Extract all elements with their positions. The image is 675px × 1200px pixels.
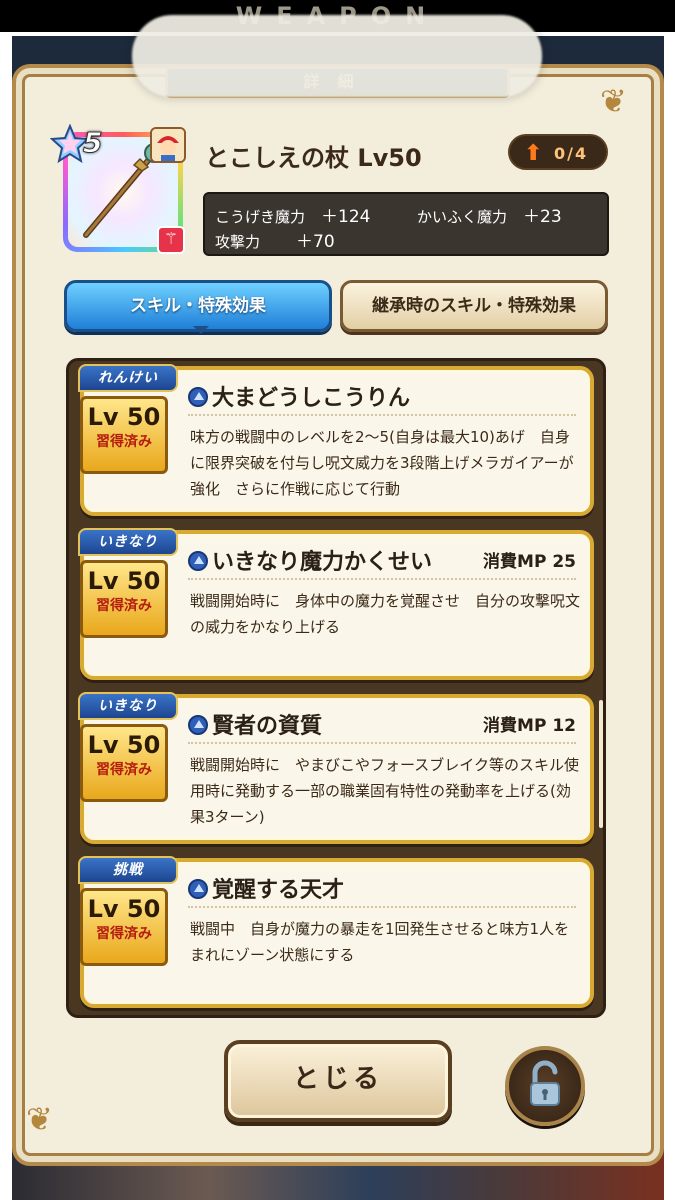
upgrade-arrow-icon: ⬆ [524, 141, 543, 166]
divider [188, 906, 576, 908]
stat-healing-magic: かいふく魔力 ＋23 [417, 207, 562, 227]
skill-type-tag: 挑戦 [78, 856, 178, 884]
skill-description: 戦闘開始時に やまびこやフォースブレイク等のスキル使用時に発動する一部の職業固有… [190, 756, 579, 826]
skill-card[interactable]: いきなり Lv 50 習得済み いきなり魔力かくせい 消費MP 25 戦闘開始時… [78, 528, 594, 680]
skill-type-tag: いきなり [78, 692, 178, 720]
weapon-stats: こうげき魔力 ＋124 かいふく魔力 ＋23 攻撃力 ＋70 [203, 192, 609, 256]
corner-ornament-icon: ❦ [600, 82, 627, 120]
stat-magic-attack: こうげき魔力 ＋124 [215, 207, 371, 227]
wand-type-icon: ⚚ [157, 226, 185, 254]
skill-rank-icon [188, 551, 208, 571]
skill-card[interactable]: 挑戦 Lv 50 習得済み 覚醒する天才 戦闘中 自身が魔力の暴走を1回発生させ… [78, 856, 594, 1008]
divider [188, 742, 576, 744]
skill-rank-icon [188, 879, 208, 899]
rarity-number: 5 [82, 126, 103, 160]
tab-skills[interactable]: スキル・特殊効果 [64, 280, 332, 334]
blurred-overlay [132, 15, 542, 97]
skill-type-tag: れんけい [78, 364, 178, 392]
stat-attack: 攻撃力 ＋70 [215, 232, 335, 252]
skill-level-badge: Lv 50 習得済み [80, 724, 168, 802]
skill-card[interactable]: いきなり Lv 50 習得済み 賢者の資質 消費MP 12 戦闘開始時に やまび… [78, 692, 594, 844]
close-button[interactable]: とじる [224, 1040, 452, 1122]
skill-level-badge: Lv 50 習得済み [80, 396, 168, 474]
skill-level-badge: Lv 50 習得済み [80, 888, 168, 966]
skill-rank-icon [188, 715, 208, 735]
unlock-icon [530, 1060, 560, 1106]
skill-mp-cost: 消費MP 25 [483, 552, 576, 572]
skill-name: 覚醒する天才 [212, 878, 345, 903]
upgrade-counter: ⬆ 0/4 [508, 134, 608, 170]
scrollbar[interactable] [599, 700, 603, 828]
skill-type-tag: いきなり [78, 528, 178, 556]
upgrade-value: 0/4 [554, 144, 589, 163]
skill-name: いきなり魔力かくせい [212, 550, 433, 575]
divider [188, 414, 576, 416]
lock-toggle-button[interactable] [505, 1046, 585, 1126]
skill-rank-icon [188, 387, 208, 407]
avatar [150, 127, 186, 163]
game-screen: WEAPON ❦ ❦ 詳細 5 ⚚ とこしえの杖 Lv50 [0, 0, 675, 1200]
weapon-name: とこしえの杖 Lv50 [205, 144, 422, 172]
skill-description: 味方の戦闘中のレベルを2〜5(自身は最大10)あげ 自身に限界突破を付与し呪文威… [190, 428, 574, 498]
corner-ornament-icon: ❦ [26, 1100, 53, 1138]
skill-card[interactable]: れんけい Lv 50 習得済み 大まどうしこうりん 味方の戦闘中のレベルを2〜5… [78, 364, 594, 516]
divider [188, 578, 576, 580]
skill-mp-cost: 消費MP 12 [483, 716, 576, 736]
tab-inherited-skills[interactable]: 継承時のスキル・特殊効果 [340, 280, 608, 332]
skill-name: 大まどうしこうりん [212, 386, 411, 411]
skill-description: 戦闘開始時に 身体中の魔力を覚醒させ 自分の攻撃呪文の威力をかなり上げる [190, 592, 581, 636]
skill-description: 戦闘中 自身が魔力の暴走を1回発生させると味方1人をまれにゾーン状態にする [190, 920, 570, 964]
skill-name: 賢者の資質 [212, 714, 323, 739]
skill-level-badge: Lv 50 習得済み [80, 560, 168, 638]
